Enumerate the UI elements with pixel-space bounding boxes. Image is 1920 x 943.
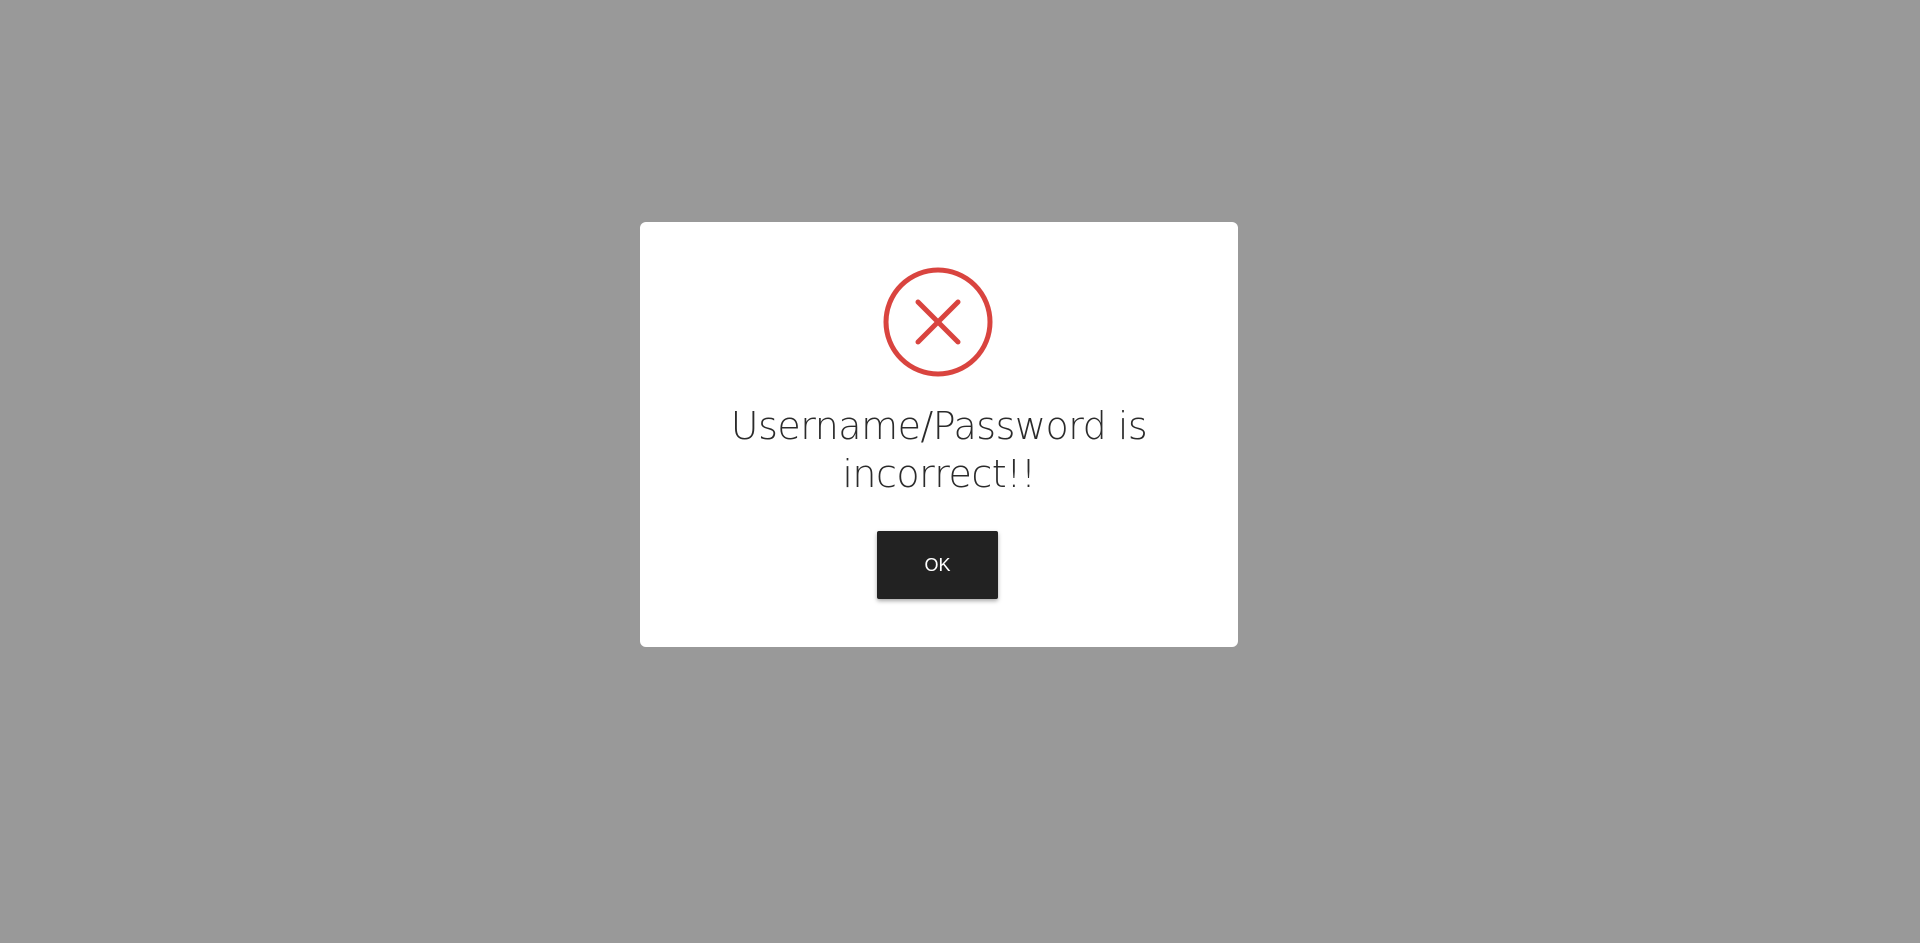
ok-button[interactable]: OK [877,531,998,599]
error-message: Username/Password is incorrect!! [730,404,1148,496]
error-dialog: Username/Password is incorrect!! OK [640,222,1238,647]
error-x-circle-icon [883,267,993,377]
